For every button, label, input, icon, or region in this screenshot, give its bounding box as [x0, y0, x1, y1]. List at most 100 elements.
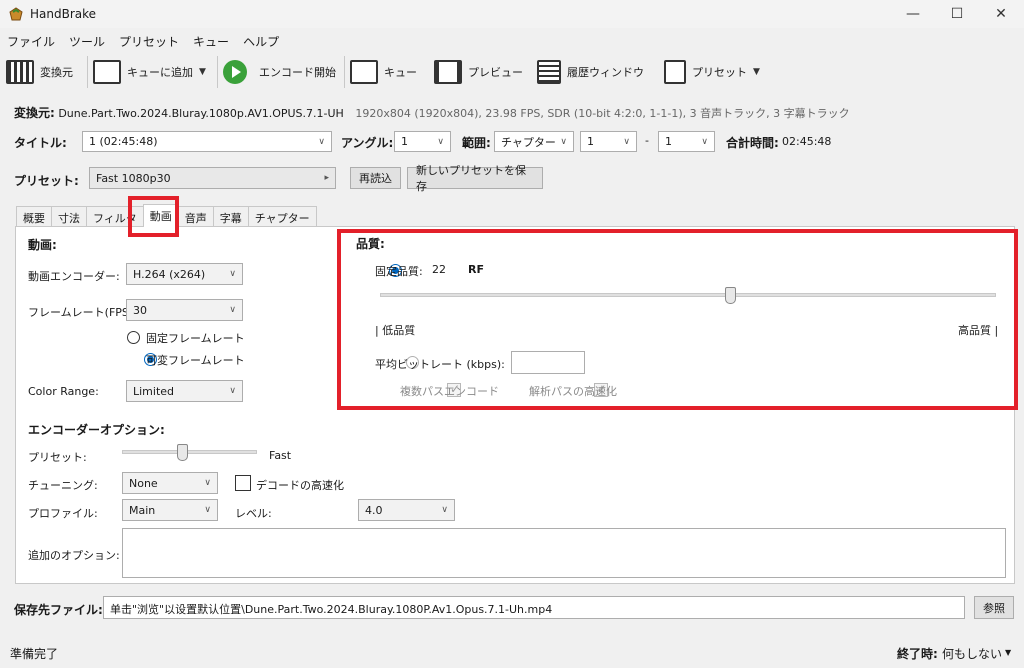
extra-options-textarea[interactable] — [122, 528, 1006, 578]
range-start-select[interactable]: 1 ∨ — [580, 131, 637, 152]
tune-select[interactable]: None ∨ — [122, 472, 218, 494]
duration-value: 02:45:48 — [782, 135, 832, 148]
add-to-queue-button[interactable]: キューに追加 ▼ — [93, 58, 206, 86]
menu-tools[interactable]: ツール — [62, 30, 112, 50]
encoder-preset-slider-track[interactable] — [122, 450, 257, 454]
range-label: 範囲: — [462, 136, 491, 150]
encoder-preset-slider-thumb[interactable] — [176, 444, 188, 461]
menu-bar: ファイル ツール プリセット キュー ヘルプ — [0, 30, 286, 50]
range-type-select[interactable]: チャプター ∨ — [494, 131, 574, 152]
activity-window-button[interactable]: 履歴ウィンドウ — [537, 58, 644, 86]
play-icon — [223, 60, 247, 84]
queue-button[interactable]: キュー — [350, 58, 417, 86]
preview-icon — [434, 60, 462, 84]
level-select[interactable]: 4.0 ∨ — [358, 499, 455, 521]
start-encode-label: エンコード開始 — [259, 66, 336, 79]
profile-label: プロファイル: — [28, 507, 98, 520]
chevron-down-icon: ∨ — [229, 305, 236, 315]
source-name: Dune.Part.Two.2024.Bluray.1080p.AV1.OPUS… — [58, 107, 344, 120]
title-label: タイトル: — [14, 136, 67, 150]
title-bar: HandBrake — ☐ ✕ — [0, 0, 1024, 28]
preset-select-value: Fast 1080p30 — [96, 171, 171, 185]
handbrake-logo-icon — [9, 7, 23, 21]
browse-button[interactable]: 参照 — [974, 596, 1014, 619]
source-info: 変換元: Dune.Part.Two.2024.Bluray.1080p.AV1… — [14, 104, 850, 121]
encoder-label: 動画エンコーダー: — [28, 270, 120, 283]
presets-label: プリセット — [692, 66, 747, 79]
duration-label: 合計時間: — [726, 136, 779, 150]
menu-queue[interactable]: キュー — [186, 30, 236, 50]
preset-select[interactable]: Fast 1080p30 ▸ — [89, 167, 336, 189]
start-encode-button[interactable]: エンコード開始 — [223, 58, 336, 86]
angle-select-value: 1 — [401, 135, 408, 148]
video-heading: 動画: — [28, 238, 57, 252]
maximize-button[interactable]: ☐ — [934, 0, 980, 28]
source-details: 1920x804 (1920x804), 23.98 FPS, SDR (10-… — [355, 107, 850, 120]
presets-button[interactable]: プリセット ▼ — [664, 58, 760, 86]
preset-label: プリセット: — [14, 174, 79, 188]
angle-label: アングル: — [341, 136, 394, 150]
encoder-preset-label: プリセット: — [28, 451, 87, 464]
title-select-value: 1 (02:45:48) — [89, 135, 158, 148]
menu-presets[interactable]: プリセット — [112, 30, 186, 50]
tab-audio[interactable]: 音声 — [177, 206, 214, 227]
encoder-select[interactable]: H.264 (x264) ∨ — [126, 263, 243, 285]
extra-options-label: 追加のオプション: — [28, 549, 120, 562]
tab-dimensions[interactable]: 寸法 — [51, 206, 87, 227]
framerate-select-value: 30 — [133, 303, 147, 317]
framerate-select[interactable]: 30 ∨ — [126, 299, 243, 321]
tune-label: チューニング: — [28, 479, 98, 492]
source-button-label: 変換元 — [40, 66, 73, 79]
chevron-down-icon: ∨ — [560, 136, 567, 147]
tune-select-value: None — [129, 476, 158, 490]
cfr-label: 固定フレームレート — [146, 332, 245, 345]
preset-gear-icon — [664, 60, 686, 84]
status-bar — [0, 640, 1024, 668]
level-select-value: 4.0 — [365, 503, 383, 517]
save-new-preset-button[interactable]: 新しいプリセットを保存 — [407, 164, 543, 193]
framerate-label: フレームレート(FPS — [28, 306, 129, 319]
fast-decode-checkbox[interactable] — [235, 475, 251, 491]
range-type-value: チャプター — [501, 135, 556, 149]
activity-window-label: 履歴ウィンドウ — [567, 66, 644, 79]
when-done-value: 何もしない — [942, 647, 1003, 661]
menu-help[interactable]: ヘルプ — [236, 30, 286, 50]
source-label: 変換元: — [14, 106, 55, 120]
add-queue-icon — [93, 60, 121, 84]
tab-summary[interactable]: 概要 — [16, 206, 52, 227]
chevron-down-icon[interactable]: ▼ — [199, 67, 206, 77]
profile-select-value: Main — [129, 503, 156, 517]
chevron-down-icon: ∨ — [318, 136, 325, 147]
range-start-value: 1 — [587, 135, 594, 148]
chevron-down-icon: ▼ — [1005, 648, 1012, 657]
destination-path-input[interactable]: 单击"浏览"以设置默认位置\Dune.Part.Two.2024.Bluray.… — [103, 596, 965, 619]
reload-preset-button[interactable]: 再読込 — [350, 167, 401, 189]
when-done-select[interactable]: 何もしない ▼ — [942, 645, 1011, 662]
title-select[interactable]: 1 (02:45:48) ∨ — [82, 131, 332, 152]
minimize-button[interactable]: — — [890, 0, 936, 28]
toolbar-separator — [344, 56, 345, 88]
queue-label: キュー — [384, 66, 417, 79]
angle-select[interactable]: 1 ∨ — [394, 131, 451, 152]
source-button[interactable]: 変換元 — [6, 58, 73, 86]
tab-chapters[interactable]: チャプター — [247, 206, 317, 227]
preview-label: プレビュー — [468, 66, 523, 79]
status-text: 準備完了 — [10, 647, 59, 661]
preview-button[interactable]: プレビュー — [434, 58, 523, 86]
vfr-label: 可変フレームレート — [146, 354, 245, 367]
fast-decode-label: デコードの高速化 — [256, 479, 344, 492]
activity-log-icon — [537, 60, 561, 84]
chevron-down-icon[interactable]: ▼ — [753, 67, 760, 77]
menu-file[interactable]: ファイル — [0, 30, 62, 50]
profile-select[interactable]: Main ∨ — [122, 499, 218, 521]
chevron-down-icon: ∨ — [701, 136, 708, 147]
encoder-options-heading: エンコーダーオプション: — [28, 423, 165, 437]
window-title: HandBrake — [30, 7, 97, 21]
cfr-radio[interactable] — [127, 331, 140, 344]
range-end-select[interactable]: 1 ∨ — [658, 131, 715, 152]
close-button[interactable]: ✕ — [978, 0, 1024, 28]
chevron-right-icon: ▸ — [324, 173, 329, 183]
color-range-select[interactable]: Limited ∨ — [126, 380, 243, 402]
encoder-preset-value: Fast — [269, 449, 292, 462]
tab-subtitles[interactable]: 字幕 — [212, 206, 249, 227]
